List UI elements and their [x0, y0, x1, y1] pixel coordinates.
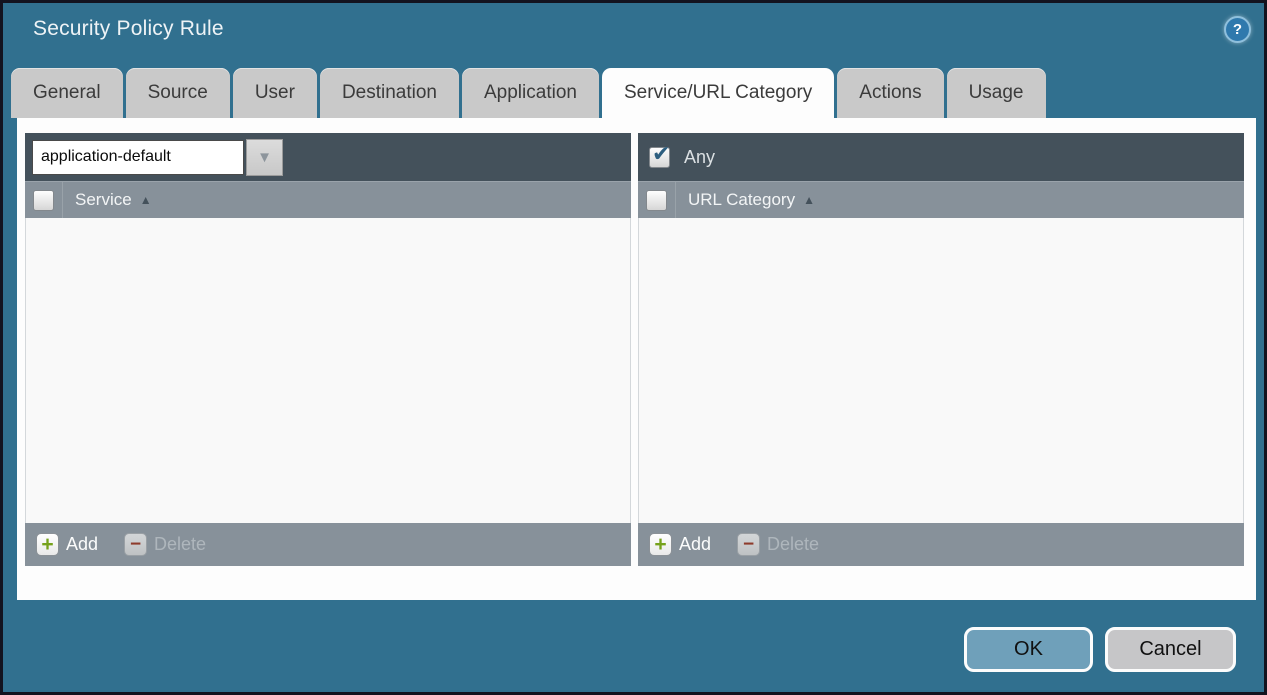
service-type-dropdown-button[interactable]: ▼ [246, 139, 283, 176]
add-button-label: Add [679, 534, 711, 555]
tab-general[interactable]: General [11, 68, 123, 118]
service-delete-button[interactable]: − Delete [124, 533, 206, 556]
tab-application[interactable]: Application [462, 68, 599, 118]
tab-destination[interactable]: Destination [320, 68, 459, 118]
service-grid-header: Service ▲ [25, 181, 631, 218]
minus-icon: − [737, 533, 760, 556]
any-checkbox[interactable]: ✔ [649, 147, 670, 168]
url-category-select-all-cell [638, 182, 676, 218]
url-category-select-all-checkbox[interactable] [646, 190, 667, 211]
tab-user[interactable]: User [233, 68, 317, 118]
any-checkbox-label: Any [684, 147, 715, 168]
url-category-column-header[interactable]: URL Category [688, 190, 795, 210]
tab-service-url-category[interactable]: Service/URL Category [602, 68, 834, 118]
url-category-delete-button[interactable]: − Delete [737, 533, 819, 556]
checkmark-icon: ✔ [652, 141, 670, 167]
sort-ascending-icon[interactable]: ▲ [803, 193, 815, 207]
delete-button-label: Delete [154, 534, 206, 555]
add-button-label: Add [66, 534, 98, 555]
chevron-down-icon: ▼ [257, 149, 272, 166]
service-list-body[interactable] [25, 218, 631, 523]
cancel-button[interactable]: Cancel [1105, 627, 1236, 672]
minus-icon: − [124, 533, 147, 556]
plus-icon: + [36, 533, 59, 556]
service-column-header[interactable]: Service [75, 190, 132, 210]
tab-content-sheet: ▼ Service ▲ + Add − Delete [17, 118, 1256, 600]
help-icon-glyph: ? [1233, 21, 1242, 38]
url-category-panel-footer: + Add − Delete [638, 523, 1244, 566]
url-category-grid-header: URL Category ▲ [638, 181, 1244, 218]
delete-button-label: Delete [767, 534, 819, 555]
tab-actions[interactable]: Actions [837, 68, 943, 118]
security-policy-rule-dialog: Security Policy Rule ? General Source Us… [0, 0, 1267, 695]
url-category-add-button[interactable]: + Add [649, 533, 711, 556]
url-category-panel: ✔ Any URL Category ▲ + Add − Dele [638, 133, 1244, 566]
tab-usage[interactable]: Usage [947, 68, 1046, 118]
tab-source[interactable]: Source [126, 68, 230, 118]
tab-bar: General Source User Destination Applicat… [11, 68, 1046, 118]
service-type-input[interactable] [32, 140, 244, 175]
url-category-list-body[interactable] [638, 218, 1244, 523]
dialog-title: Security Policy Rule [33, 17, 224, 41]
service-add-button[interactable]: + Add [36, 533, 98, 556]
service-select-all-checkbox[interactable] [33, 190, 54, 211]
sort-ascending-icon[interactable]: ▲ [140, 193, 152, 207]
service-panel-footer: + Add − Delete [25, 523, 631, 566]
ok-button[interactable]: OK [964, 627, 1093, 672]
service-select-all-cell [25, 182, 63, 218]
url-category-panel-header: ✔ Any [638, 133, 1244, 181]
service-panel-header: ▼ [25, 133, 631, 181]
help-icon[interactable]: ? [1224, 16, 1251, 43]
service-type-combo: ▼ [32, 139, 283, 176]
plus-icon: + [649, 533, 672, 556]
service-panel: ▼ Service ▲ + Add − Delete [25, 133, 631, 566]
